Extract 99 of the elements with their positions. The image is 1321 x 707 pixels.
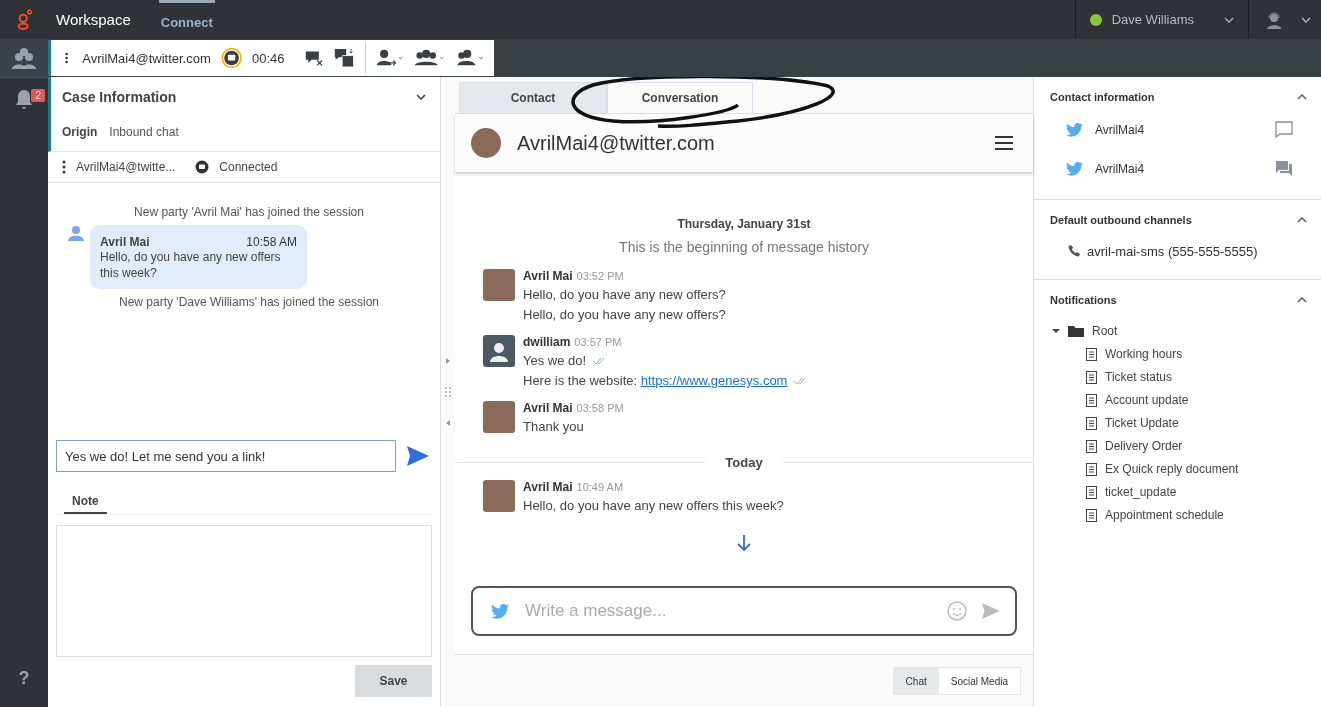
date-heading: Today (725, 455, 763, 470)
chevron-up-icon[interactable] (1297, 217, 1307, 223)
logo-icon (16, 8, 34, 31)
chat-bubble-icon (195, 160, 210, 174)
message-author: Avril Mai (100, 235, 150, 249)
note-field[interactable] (56, 525, 432, 657)
field-value: Inbound chat (109, 125, 179, 139)
person-icon (68, 225, 84, 241)
more-icon[interactable] (62, 160, 66, 174)
channel-toggle[interactable]: Social Media (938, 668, 1020, 694)
document-icon (1086, 416, 1097, 430)
interaction-contact: AvrilMai4@twitter.com (82, 50, 211, 66)
tree-item[interactable]: Root (1092, 324, 1118, 338)
tree-item[interactable]: Appointment schedule (1105, 508, 1224, 522)
document-icon (1086, 485, 1097, 499)
chat-bubble-icon[interactable] (1275, 121, 1293, 138)
people-icon[interactable] (11, 47, 37, 71)
conversation-title: AvrilMai4@twitter.com (517, 131, 716, 155)
tree-item[interactable]: Ticket Update (1105, 416, 1179, 430)
phone-icon (1068, 244, 1081, 257)
caret-icon[interactable] (1052, 327, 1060, 335)
menu-icon[interactable] (995, 136, 1013, 150)
channel-toggle[interactable]: Chat (893, 668, 939, 694)
message-text: Thank you (523, 419, 584, 435)
channel-label[interactable]: avril-mai-sms (555-555-5555) (1087, 244, 1258, 259)
message-author: Avril Mai (523, 269, 573, 283)
user-name[interactable]: Dave Williams (1111, 12, 1194, 27)
status-dot (1089, 13, 1102, 26)
message-time: 10:49 AM (576, 481, 624, 493)
message-text: Hello, do you have any new offers? (523, 307, 726, 323)
message-text: Here is the website: https://www.genesys.com (523, 373, 788, 389)
avatar (471, 128, 501, 158)
bird-icon (1066, 161, 1083, 176)
timer: 00:46 (251, 50, 285, 66)
notification-badge: 2 (31, 89, 45, 102)
tree-item[interactable]: Ex Quick reply document (1105, 462, 1239, 476)
message-author: Avril Mai (523, 401, 573, 415)
message-composer[interactable]: Write a message... (471, 586, 1017, 636)
tab[interactable]: Contact (459, 82, 607, 113)
chevron-down-icon[interactable] (1224, 16, 1234, 23)
document-icon (1086, 508, 1097, 522)
message-text: Yes we do! (523, 353, 587, 369)
message-time: 03:58 PM (576, 402, 624, 414)
tree-item[interactable]: ticket_update (1105, 485, 1177, 499)
chevron-up-icon[interactable] (1297, 94, 1307, 100)
document-icon (1086, 393, 1097, 407)
bell-icon[interactable] (14, 88, 34, 110)
section-title: Notifications (1050, 294, 1117, 306)
document-icon (1086, 370, 1097, 384)
party-status: Connected (219, 160, 278, 174)
chat-status-icon (220, 45, 242, 71)
system-message: New party 'Avril Mai' has joined the session (133, 205, 365, 219)
more-icon[interactable] (65, 51, 69, 65)
document-icon (1086, 462, 1097, 476)
section-title: Case Information (62, 89, 177, 105)
arrow-down-icon[interactable] (736, 534, 752, 552)
chevron-down-icon[interactable] (416, 94, 426, 100)
send-icon[interactable] (406, 445, 430, 467)
message-text: Hello, do you have any new offers this week? (523, 498, 784, 514)
field-label: Origin (62, 125, 98, 139)
message-time: 03:57 PM (574, 336, 622, 348)
note-tab[interactable]: Note (64, 490, 107, 514)
history-note: This is the beginning of message history (618, 239, 870, 255)
transfer-person-icon[interactable] (376, 47, 404, 69)
party-name: AvrilMai4@twitte... (76, 160, 176, 174)
bird-icon (1066, 122, 1083, 137)
message-time: 10:58 AM (246, 235, 297, 249)
bird-icon (491, 603, 509, 619)
contact-handle: AvrilMai4 (1095, 161, 1146, 176)
folder-icon (1068, 325, 1084, 337)
document-icon (1086, 347, 1097, 361)
message-input[interactable]: Write a message... (523, 600, 933, 622)
message-time: 03:52 PM (576, 270, 624, 282)
tree-item[interactable]: Account update (1105, 393, 1189, 407)
help-link[interactable]: ? (18, 668, 30, 689)
save-button[interactable]: Save (355, 665, 432, 697)
document-icon (1086, 439, 1097, 453)
website-link[interactable]: https://www.genesys.com (640, 373, 788, 388)
tree-item[interactable]: Delivery Order (1105, 439, 1183, 453)
tree-item[interactable]: Ticket status (1105, 370, 1172, 384)
message-text: Hello, do you have any new offers? (523, 287, 726, 303)
tree-item[interactable]: Working hours (1105, 347, 1183, 361)
chevron-down-icon[interactable] (1301, 16, 1311, 23)
date-heading: Thursday, January 31st (677, 217, 811, 231)
transfer-chat-icon[interactable] (334, 46, 356, 70)
reply-field[interactable]: Yes we do! Let me send you a link! (56, 440, 397, 472)
chat-bubbles-icon[interactable] (1275, 160, 1293, 177)
system-message: New party 'Dave Williams' has joined the session (118, 295, 380, 309)
section-title: Contact information (1050, 91, 1155, 103)
message-author: Avril Mai (523, 480, 573, 494)
chevron-up-icon[interactable] (1297, 297, 1307, 303)
app-title: Workspace (56, 11, 131, 28)
contact-handle: AvrilMai4 (1095, 122, 1146, 137)
message-text: Hello, do you have any new offers this week? (100, 249, 282, 281)
tab[interactable]: Conversation (607, 82, 753, 113)
section-title: Default outbound channels (1050, 214, 1192, 226)
message-author: dwilliam (523, 335, 571, 349)
end-chat-icon[interactable] (304, 48, 325, 68)
agent-icon[interactable] (1265, 10, 1283, 29)
